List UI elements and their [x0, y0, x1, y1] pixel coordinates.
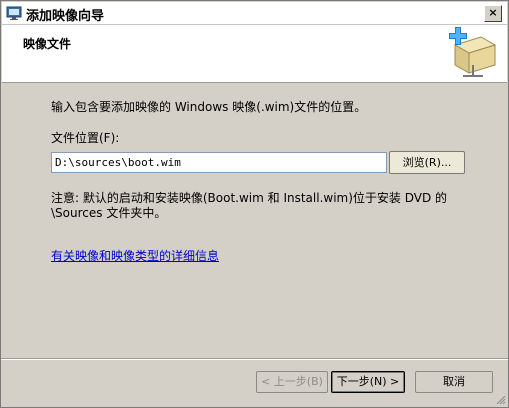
resize-grip-icon[interactable]: [494, 393, 506, 405]
add-image-wizard-window: 添加映像向导 × 映像文件 输入包含要添加映像的 Windows 映像(.wim…: [0, 0, 509, 408]
next-button[interactable]: 下一步(N) >: [331, 371, 405, 393]
cancel-button[interactable]: 取消: [415, 371, 493, 393]
close-icon: ×: [488, 6, 498, 19]
title-bar[interactable]: 添加映像向导 ×: [2, 2, 507, 25]
footer-separator: [1, 358, 508, 360]
close-button[interactable]: ×: [484, 5, 502, 22]
note-text: 注意: 默认的启动和安装映像(Boot.wim 和 Install.wim)位于…: [51, 191, 448, 220]
page-title: 映像文件: [23, 37, 72, 51]
back-button[interactable]: < 上一步(B): [256, 371, 328, 393]
window-title: 添加映像向导: [26, 9, 105, 24]
file-location-input[interactable]: D:\sources\boot.wim: [51, 152, 387, 173]
monitor-wizard-icon: [6, 5, 22, 21]
browse-button[interactable]: 浏览(R)...: [389, 151, 465, 174]
file-location-label: 文件位置(F):: [51, 131, 120, 145]
wizard-header: 映像文件: [2, 25, 507, 83]
instruction-text: 输入包含要添加映像的 Windows 映像(.wim)文件的位置。: [51, 100, 367, 114]
add-image-package-icon: [445, 27, 501, 81]
image-types-info-link[interactable]: 有关映像和映像类型的详细信息: [51, 247, 219, 264]
